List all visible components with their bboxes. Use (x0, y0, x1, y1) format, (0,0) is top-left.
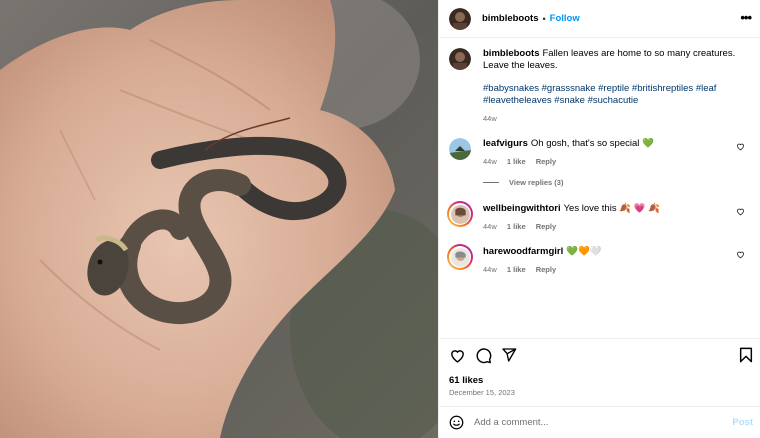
caption-username[interactable]: bimbleboots (483, 48, 539, 59)
share-send-icon[interactable] (501, 347, 517, 363)
comment-reply-button[interactable]: Reply (536, 222, 556, 231)
comment-like-count[interactable]: 1 like (507, 265, 526, 274)
caption-meta: 44w (483, 113, 741, 125)
follow-button[interactable]: Follow (550, 13, 580, 24)
story-ring (447, 201, 473, 227)
add-comment-bar: Post (439, 406, 760, 438)
post-photo[interactable] (0, 0, 438, 438)
comment-age: 44w (483, 157, 497, 166)
comment-text: Oh gosh, that's so special 💚 (530, 138, 654, 149)
heart-icon[interactable] (736, 142, 745, 151)
comment-bubble-icon[interactable] (475, 347, 492, 364)
comment-text: 💚🧡🤍 (566, 246, 602, 257)
caption-hashtags[interactable]: #babysnakes #grasssnake #reptile #britis… (483, 83, 741, 107)
comment-like-count[interactable]: 1 like (507, 157, 526, 166)
commenter-avatar[interactable] (450, 204, 470, 224)
heart-icon[interactable] (736, 207, 745, 216)
author-avatar[interactable] (449, 7, 471, 30)
commenter-avatar[interactable] (450, 247, 470, 267)
story-ring (447, 244, 473, 270)
comment-age: 44w (483, 265, 497, 274)
comment-like-count[interactable]: 1 like (507, 222, 526, 231)
comment-meta: 44w 1 like Reply (483, 264, 741, 276)
caption-avatar[interactable] (449, 48, 471, 70)
author-username[interactable]: bimbleboots (482, 13, 538, 24)
comment-text: Yes love this 🍂 💗 🍂 (563, 203, 660, 214)
comment-username[interactable]: wellbeingwithtori (483, 203, 561, 214)
save-bookmark-icon[interactable] (739, 347, 753, 363)
post-comment-button[interactable]: Post (732, 417, 753, 428)
comment-input[interactable] (474, 417, 714, 428)
emoji-icon[interactable] (449, 415, 464, 430)
comment-reply-button[interactable]: Reply (536, 157, 556, 166)
post-header: bimbleboots • Follow ••• (439, 0, 760, 38)
heart-icon[interactable] (736, 250, 745, 259)
like-heart-icon[interactable] (449, 347, 466, 364)
more-options-icon[interactable]: ••• (740, 10, 752, 25)
comment-username[interactable]: leafvigurs (483, 138, 528, 149)
post-side-panel: bimbleboots • Follow ••• bimbleboots Fall… (438, 0, 760, 438)
comment-username[interactable]: harewoodfarmgirl (483, 246, 563, 257)
view-replies-button[interactable]: View replies (3) (483, 178, 563, 187)
caption-age: 44w (483, 114, 497, 123)
like-count[interactable]: 61 likes (449, 375, 483, 386)
snake-in-hand-image (0, 0, 438, 438)
post-actions: 61 likes December 15, 2023 (439, 338, 760, 406)
comments-section[interactable]: bimbleboots Fallen leaves are home to so … (439, 38, 760, 338)
post-date: December 15, 2023 (449, 388, 515, 397)
comment-meta: 44w 1 like Reply (483, 156, 741, 168)
instagram-post-view: bimbleboots • Follow ••• bimbleboots Fall… (0, 0, 760, 438)
comment-meta: 44w 1 like Reply (483, 221, 741, 233)
comment-reply-button[interactable]: Reply (536, 265, 556, 274)
view-replies-label[interactable]: View replies (3) (509, 178, 563, 187)
replies-divider (483, 182, 499, 183)
comment-age: 44w (483, 222, 497, 231)
separator-dot: • (542, 13, 546, 24)
commenter-avatar[interactable] (449, 138, 471, 160)
